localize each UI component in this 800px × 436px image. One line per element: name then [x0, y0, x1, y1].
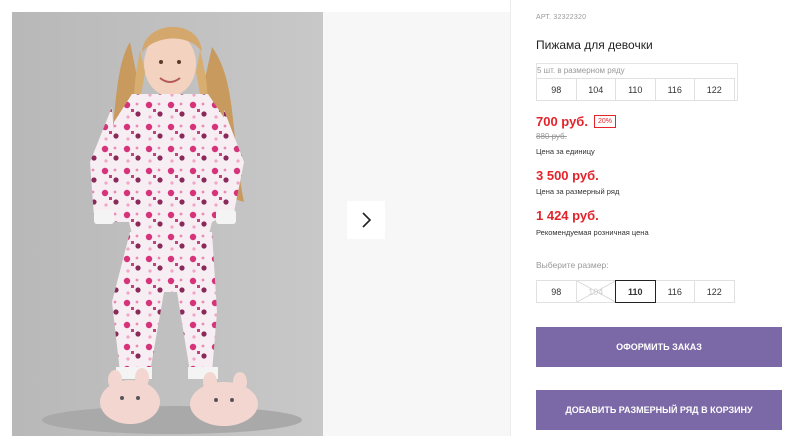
product-title: Пижама для девочки — [536, 38, 653, 52]
product-photo — [12, 12, 323, 436]
size-range-item: 98 — [536, 78, 577, 101]
range-price-caption: Цена за размерный ряд — [536, 187, 620, 196]
size-range-item: 116 — [654, 78, 695, 101]
size-range-label: 5 шт. в размерном ряду — [537, 66, 625, 75]
girl-in-pajamas-image — [12, 12, 323, 436]
range-price: 3 500 руб. — [536, 168, 599, 183]
size-selector: 98 104 110 116 122 — [536, 280, 735, 303]
size-range-list: 98 104 110 116 122 — [536, 78, 735, 101]
retail-price-caption: Рекомендуемая розничная цена — [536, 228, 649, 237]
size-option-104: 104 — [575, 280, 616, 303]
add-to-cart-button[interactable]: ДОБАВИТЬ РАЗМЕРНЫЙ РЯД В КОРЗИНУ — [536, 390, 782, 430]
size-option-116[interactable]: 116 — [654, 280, 695, 303]
unit-price-caption: Цена за единицу — [536, 147, 595, 156]
size-range-item: 110 — [615, 78, 656, 101]
unit-price: 700 руб. — [536, 114, 588, 129]
column-divider — [510, 0, 511, 436]
checkout-button[interactable]: ОФОРМИТЬ ЗАКАЗ — [536, 327, 782, 367]
gallery-next-button[interactable] — [347, 201, 385, 239]
size-option-122[interactable]: 122 — [694, 280, 735, 303]
unavailable-cross-icon — [576, 281, 615, 302]
product-article: АРТ. 32322320 — [536, 14, 587, 21]
size-range-item: 122 — [694, 78, 735, 101]
retail-price: 1 424 руб. — [536, 208, 599, 223]
unit-price-row: 700 руб. 20% — [536, 114, 616, 129]
size-option-110[interactable]: 110 — [615, 280, 656, 303]
old-price: 880 руб. — [536, 132, 567, 141]
chevron-right-icon — [362, 212, 372, 228]
size-option-98[interactable]: 98 — [536, 280, 577, 303]
discount-badge: 20% — [593, 115, 616, 128]
size-range-item: 104 — [575, 78, 616, 101]
size-selector-label: Выберите размер: — [536, 260, 609, 270]
